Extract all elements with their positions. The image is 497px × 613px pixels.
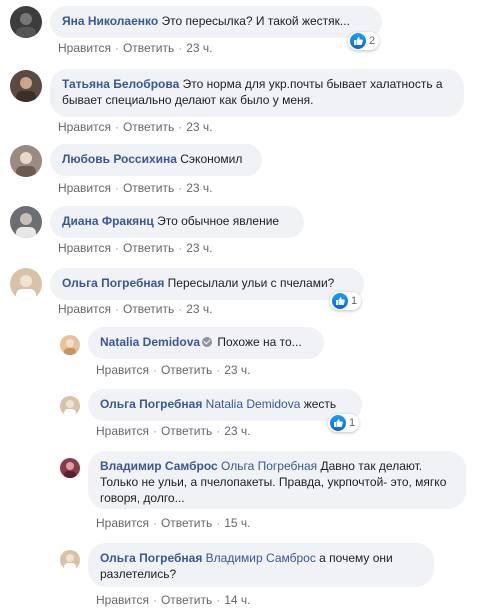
mention-link[interactable]: Natalia Demidova	[206, 397, 301, 411]
reply-link[interactable]: Ответить	[123, 302, 174, 316]
timestamp[interactable]: 14 ч.	[224, 593, 250, 607]
author-name[interactable]: Яна Николаенко	[62, 14, 158, 28]
reply-text: жесть	[303, 397, 337, 411]
comment-bubble: Татьяна Белоброва Это норма для укр.почт…	[50, 69, 464, 117]
reply-actions: Нравится · Ответить · 15 ч.	[96, 516, 251, 530]
reply-link[interactable]: Ответить	[123, 241, 174, 255]
reply-bubble: Владимир Самброс Ольга Погребная Давно т…	[88, 451, 466, 509]
like-thumb-icon	[332, 293, 348, 309]
reply-actions: Нравится · Ответить · 14 ч.	[96, 593, 251, 607]
comment-bubble: Диана Фракянц Это обычное явление	[50, 206, 304, 238]
avatar[interactable]	[10, 206, 42, 238]
like-link[interactable]: Нравится	[58, 302, 111, 316]
comment-actions: Нравится · Ответить · 23 ч.	[58, 302, 213, 316]
comment-bubble: Любовь Россихина Сэкономил	[50, 144, 262, 176]
comment-actions: Нравится · Ответить · 23 ч.	[58, 120, 213, 134]
timestamp[interactable]: 23 ч.	[186, 302, 212, 316]
comment-text: Сэкономил	[180, 152, 243, 166]
avatar[interactable]	[60, 396, 80, 416]
reaction-count[interactable]: 1	[328, 414, 360, 432]
reply-actions: Нравится · Ответить · 23 ч.	[96, 363, 251, 377]
like-link[interactable]: Нравится	[96, 516, 149, 530]
avatar[interactable]	[60, 335, 80, 355]
like-link[interactable]: Нравится	[58, 241, 111, 255]
reply-link[interactable]: Ответить	[123, 181, 174, 195]
reply-link[interactable]: Ответить	[123, 41, 174, 55]
reply-link[interactable]: Ответить	[123, 120, 174, 134]
reply-link[interactable]: Ответить	[161, 516, 212, 530]
like-link[interactable]: Нравится	[58, 41, 111, 55]
mention-link[interactable]: Ольга Погребная	[221, 459, 317, 473]
like-link[interactable]: Нравится	[58, 120, 111, 134]
timestamp[interactable]: 23 ч.	[224, 424, 250, 438]
reaction-count[interactable]: 2	[348, 32, 380, 50]
comment-actions: Нравится · Ответить · 23 ч.	[58, 181, 213, 195]
timestamp[interactable]: 23 ч.	[186, 41, 212, 55]
like-link[interactable]: Нравится	[96, 593, 149, 607]
reply-actions: Нравится · Ответить · 23 ч.	[96, 424, 251, 438]
author-name[interactable]: Ольга Погребная	[100, 397, 202, 411]
timestamp[interactable]: 23 ч.	[186, 181, 212, 195]
author-name[interactable]: Владимир Самброс	[100, 459, 218, 473]
like-link[interactable]: Нравится	[96, 424, 149, 438]
avatar[interactable]	[10, 70, 42, 102]
mention-link[interactable]: Владимир Самброс	[206, 551, 316, 565]
like-thumb-icon	[330, 415, 346, 431]
author-name[interactable]: Диана Фракянц	[62, 214, 154, 228]
like-link[interactable]: Нравится	[96, 363, 149, 377]
reply-bubble: Ольга Погребная Владимир Самброс а почем…	[88, 543, 434, 587]
comment-bubble: Ольга Погребная Пересылали ульи с пчелам…	[50, 268, 364, 300]
comment-actions: Нравится · Ответить · 23 ч.	[58, 241, 213, 255]
like-thumb-icon	[350, 33, 366, 49]
reply-link[interactable]: Ответить	[161, 593, 212, 607]
comment-bubble: Яна Николаенко Это пересылка? И такой же…	[50, 6, 382, 38]
avatar[interactable]	[60, 458, 80, 478]
avatar[interactable]	[60, 550, 80, 570]
comment-text: Это пересылка? И такой жестяк...	[161, 14, 350, 28]
avatar[interactable]	[10, 268, 42, 300]
verified-badge-icon	[202, 337, 213, 347]
author-name[interactable]: Ольга Погребная	[62, 276, 164, 290]
timestamp[interactable]: 23 ч.	[186, 241, 212, 255]
avatar[interactable]	[10, 6, 42, 38]
author-name[interactable]: Любовь Россихина	[62, 152, 177, 166]
timestamp[interactable]: 23 ч.	[186, 120, 212, 134]
like-link[interactable]: Нравится	[58, 181, 111, 195]
comment-text: Это обычное явление	[157, 214, 280, 228]
author-name[interactable]: Татьяна Белоброва	[62, 77, 179, 91]
comment-actions: Нравится · Ответить · 23 ч.	[58, 41, 213, 55]
timestamp[interactable]: 23 ч.	[224, 363, 250, 377]
comment-text: Пересылали ульи с пчелами?	[167, 276, 335, 290]
timestamp[interactable]: 15 ч.	[224, 516, 250, 530]
reply-bubble: Natalia Demidova Похоже на то...	[88, 327, 324, 359]
avatar[interactable]	[10, 145, 42, 177]
reply-text: Похоже на то...	[217, 335, 302, 349]
reply-bubble: Ольга Погребная Natalia Demidova жесть	[88, 389, 362, 421]
author-name[interactable]: Natalia Demidova	[100, 335, 200, 349]
author-name[interactable]: Ольга Погребная	[100, 551, 202, 565]
reply-link[interactable]: Ответить	[161, 363, 212, 377]
reply-link[interactable]: Ответить	[161, 424, 212, 438]
reaction-count[interactable]: 1	[330, 292, 362, 310]
